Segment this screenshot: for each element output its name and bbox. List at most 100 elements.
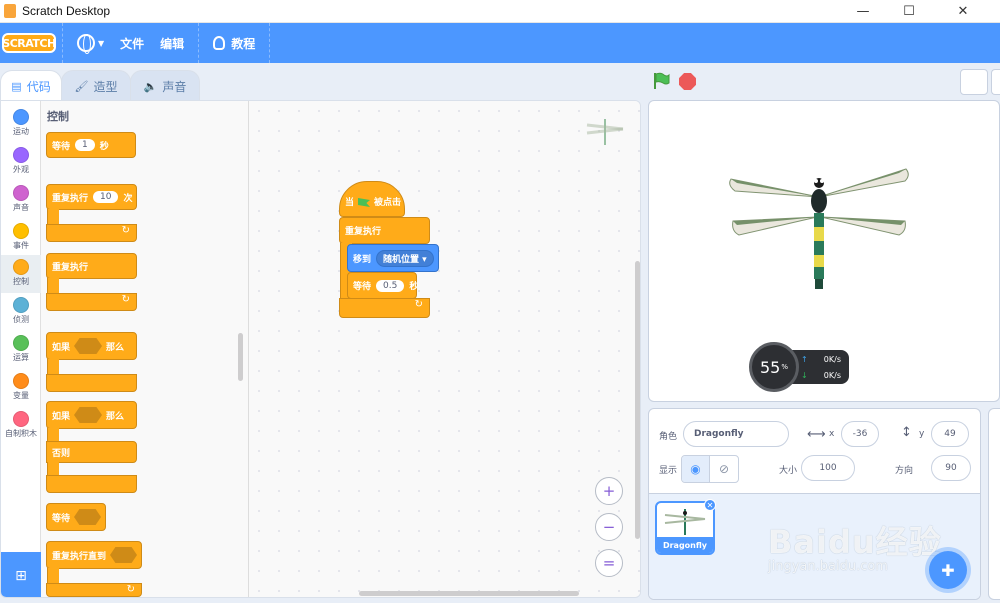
script-workspace[interactable]: 当 被点击 重复执行 移到 随机位置 ▾ 等待 0.5 秒 ↻ + − = [249,101,640,597]
block-repeat-bottom: ↻ [46,224,137,242]
tab-sounds[interactable]: 🔈 声音 [130,70,200,101]
category-my-blocks[interactable]: 自制积木 [1,407,41,445]
delete-sprite-icon[interactable]: ✕ [704,499,716,511]
minimize-icon[interactable]: — [840,0,886,23]
block-wait-until[interactable]: 等待 [46,503,106,531]
menu-bar: SCRATCH ▼ 文件 编辑 教程 [0,23,1000,63]
block-text: 重复执行 [52,262,89,273]
percent-sign: % [781,363,788,371]
block-repeat-until-arm [47,568,59,584]
maximize-icon[interactable]: ☐ [886,0,932,23]
block-else-arm [47,462,59,476]
network-speed-widget[interactable]: ↑ 0K/s ↓ 0K/s 55% [749,342,849,392]
block-forever[interactable]: 重复执行 [46,253,137,279]
stop-button[interactable] [679,73,696,90]
edit-menu[interactable]: 编辑 [152,23,192,63]
show-label: 显示 [659,466,678,476]
block-if-bottom [46,374,137,392]
size-label: 大小 [779,466,798,476]
file-menu[interactable]: 文件 [112,23,152,63]
close-icon[interactable]: ✕ [940,0,986,23]
x-input[interactable]: -36 [841,421,879,447]
brush-icon: 🖌 [74,79,89,93]
condition-slot[interactable] [110,547,137,563]
block-text: 重复执行 [52,193,89,204]
y-input[interactable]: 49 [931,421,969,447]
block-if-else[interactable]: 如果 那么 [46,401,137,429]
zoom-in-icon: + [602,482,616,500]
block-if-else-bottom [46,475,137,493]
block-text: 等待 [52,513,71,524]
extension-icon: ⊞ [15,567,27,584]
block-when-flag-clicked[interactable]: 当 被点击 [339,181,405,217]
category-looks[interactable]: 外观 [1,143,41,181]
block-forever-bottom: ↻ [339,298,430,318]
block-wait[interactable]: 等待 0.5 秒 [347,272,418,299]
category-operators[interactable]: 运算 [1,331,41,369]
zoom-out-button[interactable]: − [595,513,623,541]
category-dot [13,335,29,351]
add-extension-button[interactable]: ⊞ [1,552,41,597]
y-arrows-icon: ↕ [901,425,912,440]
block-repeat-arm [47,209,59,225]
cat-plus-icon: ✚ [941,560,955,580]
workspace-vertical-scrollbar[interactable] [635,261,640,539]
palette-title: 控制 [47,110,69,123]
green-flag-button[interactable] [652,72,670,90]
goto-target-dropdown[interactable]: 随机位置 ▾ [376,249,434,267]
window-title: Scratch Desktop [22,4,111,18]
condition-slot[interactable] [74,509,101,525]
sprite-preview-icon [586,119,624,145]
stage-selector-pane[interactable] [988,408,1000,600]
category-events[interactable]: 事件 [1,219,41,257]
block-input[interactable]: 1 [75,139,95,151]
choose-sprite-button[interactable]: ✚ [929,551,967,589]
scratch-logo[interactable]: SCRATCH [2,33,56,53]
language-menu[interactable]: ▼ [69,23,112,63]
tutorials-menu[interactable]: 教程 [205,23,263,63]
category-motion[interactable]: 运动 [1,105,41,143]
zoom-reset-button[interactable]: = [595,549,623,577]
menu-divider [62,23,63,63]
block-forever[interactable]: 重复执行 [339,217,430,244]
tab-code[interactable]: ▤ 代码 [0,70,62,102]
show-eye-icon[interactable]: ◉ [682,456,711,482]
category-sensing[interactable]: 侦测 [1,293,41,331]
hide-eye-icon[interactable]: ⊘ [710,456,738,482]
block-input[interactable]: 10 [93,191,119,203]
sprite-name-input[interactable]: Dragonfly [683,421,789,447]
block-text: 当 [345,198,355,208]
stage-controls [648,68,1000,100]
condition-slot[interactable] [74,407,103,423]
zoom-reset-icon: = [602,554,616,572]
upload-speed: 0K/s [823,355,841,364]
block-wait[interactable]: 等待 1 秒 [46,132,136,158]
block-input[interactable]: 0.5 [376,279,405,292]
x-arrows-icon: ⟷ [807,427,826,442]
category-variables[interactable]: 变量 [1,369,41,407]
condition-slot[interactable] [74,338,103,354]
block-goto[interactable]: 移到 随机位置 ▾ [347,244,439,272]
category-control[interactable]: 控制 [1,255,41,293]
workspace-horizontal-scrollbar[interactable] [359,591,579,596]
block-text: 移到 [353,254,372,265]
block-repeat-until[interactable]: 重复执行直到 [46,541,142,569]
tab-costumes[interactable]: 🖌 造型 [61,70,131,101]
size-input[interactable]: 100 [801,455,855,481]
block-text: 如果 [52,342,71,353]
code-icon: ▤ [11,80,22,93]
block-if-then[interactable]: 如果 那么 [46,332,137,360]
direction-input[interactable]: 90 [931,455,971,481]
small-stage-button[interactable] [960,69,988,95]
block-repeat[interactable]: 重复执行 10 次 [46,184,137,210]
speaker-icon: 🔈 [143,79,158,93]
block-text: 等待 [52,141,71,152]
palette-scrollbar[interactable] [238,333,243,381]
speed-percent: 55% [749,342,799,392]
category-sound[interactable]: 声音 [1,181,41,219]
direction-label: 方向 [895,466,914,476]
large-stage-button[interactable] [991,69,1000,95]
upload-arrow-icon: ↑ [801,355,808,364]
block-text: 秒 [99,141,109,152]
zoom-in-button[interactable]: + [595,477,623,505]
